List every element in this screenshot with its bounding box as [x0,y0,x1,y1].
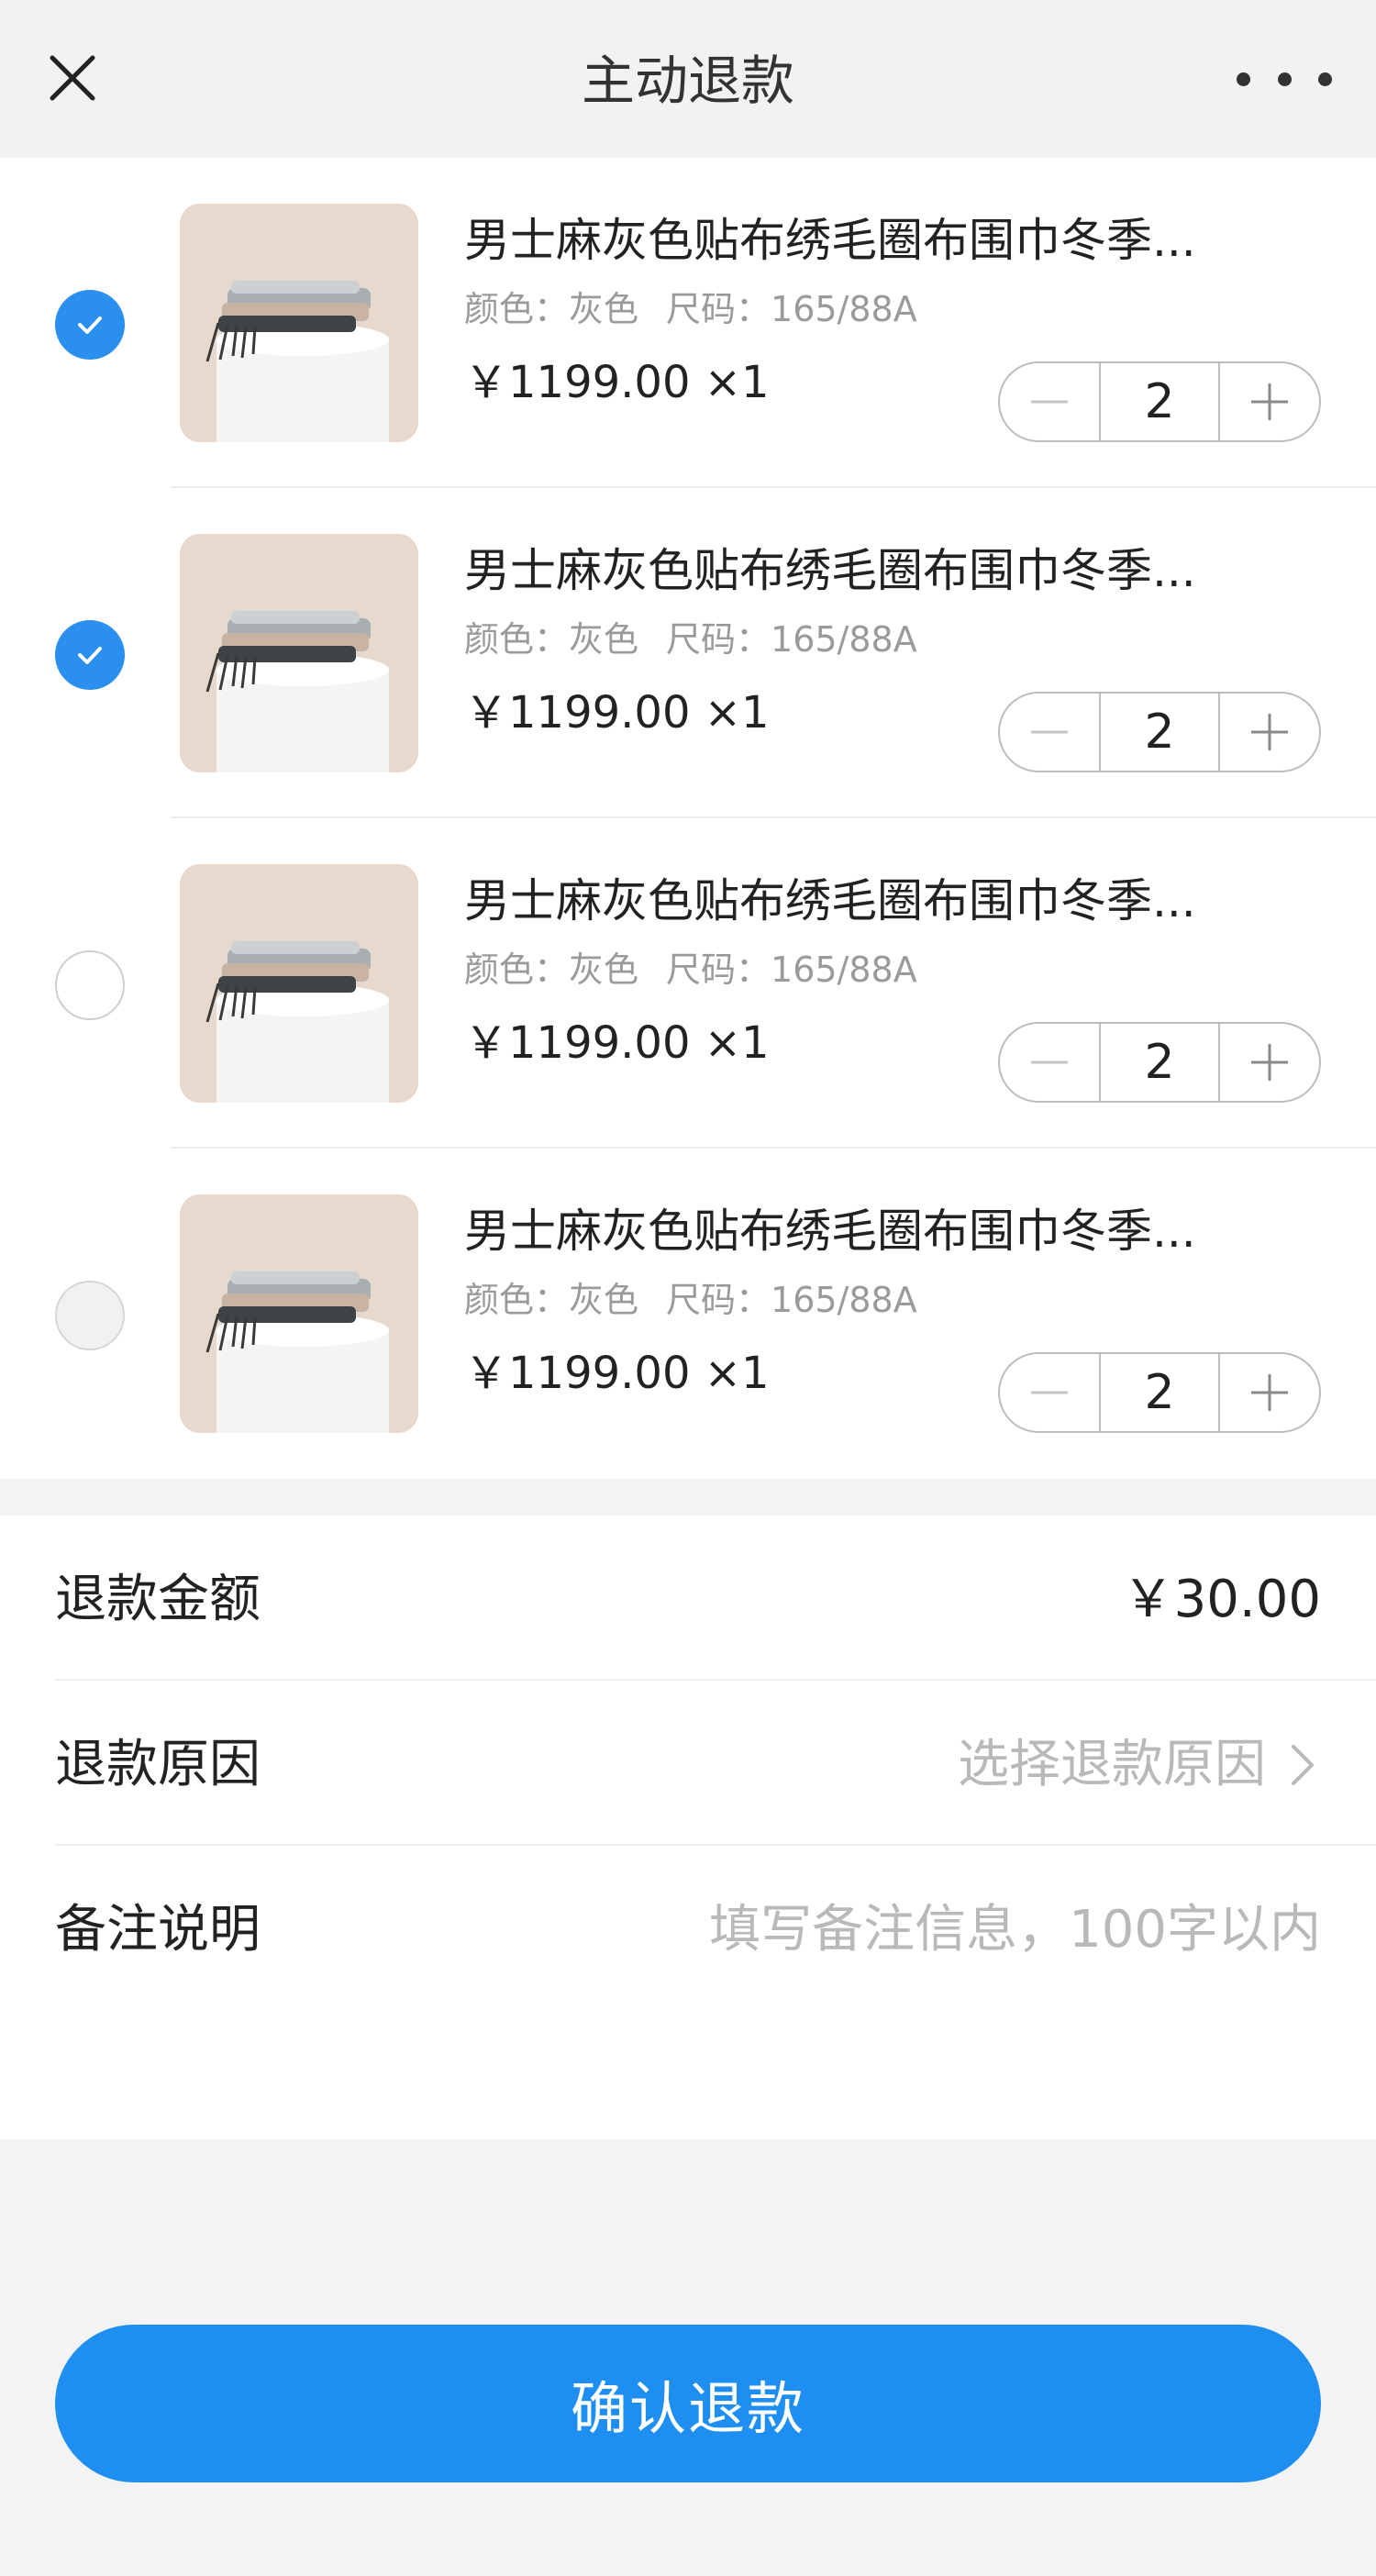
chevron-right-icon [1292,1745,1314,1785]
quantity-stepper: 2 [998,1352,1321,1433]
minus-icon [1031,400,1068,404]
plus-icon [1251,1374,1288,1411]
quantity-value[interactable]: 2 [1099,1354,1220,1431]
decrease-button[interactable] [1000,1024,1099,1101]
increase-button[interactable] [1220,1024,1319,1101]
refund-note-input[interactable]: 填写备注信息，100字以内 [709,1897,1321,1963]
refund-form: 退款金额 ￥30.00 退款原因 选择退款原因 备注说明 填写备注信息，100字… [0,1516,1376,2139]
quantity-value[interactable]: 2 [1099,694,1220,771]
minus-icon [1031,730,1068,734]
list-item: 男士麻灰色贴布绣毛圈布围巾冬季... 颜色：灰色 尺码：165/88A ￥1199… [0,158,1376,488]
product-price: ￥1199.00 ×1 [464,357,770,408]
product-name: 男士麻灰色贴布绣毛圈布围巾冬季... [464,544,1196,597]
confirm-refund-button[interactable]: 确认退款 [55,2325,1321,2482]
decrease-button[interactable] [1000,1354,1099,1431]
product-image [180,1194,418,1433]
plus-icon [1251,714,1288,750]
refund-note-label: 备注说明 [55,1900,261,1960]
product-name: 男士麻灰色贴布绣毛圈布围巾冬季... [464,214,1196,267]
product-price: ￥1199.00 ×1 [464,1017,770,1069]
select-checkbox[interactable] [55,1281,125,1350]
more-icon [1277,72,1292,86]
nav-bar: 主动退款 [0,0,1376,158]
spec-size: 尺码：165/88A [666,619,917,660]
refund-reason-select[interactable]: 选择退款原因 [958,1732,1321,1798]
refund-reason-label: 退款原因 [55,1735,261,1794]
product-image [180,864,418,1103]
more-icon [1237,72,1250,86]
quantity-stepper: 2 [998,692,1321,772]
more-button[interactable] [1229,51,1339,106]
refund-amount-value: ￥30.00 [1122,1570,1321,1629]
spec-color: 颜色：灰色 [464,289,639,329]
select-checkbox[interactable] [55,290,125,360]
product-spec: 颜色：灰色 尺码：165/88A [464,947,917,993]
refund-reason-row[interactable]: 退款原因 选择退款原因 [0,1681,1376,1846]
refund-item-list: 男士麻灰色贴布绣毛圈布围巾冬季... 颜色：灰色 尺码：165/88A ￥1199… [0,158,1376,1479]
quantity-value[interactable]: 2 [1099,363,1220,440]
spec-color: 颜色：灰色 [464,1280,639,1320]
plus-icon [1251,1044,1288,1081]
product-price: ￥1199.00 ×1 [464,687,770,738]
list-item: 男士麻灰色贴布绣毛圈布围巾冬季... 颜色：灰色 尺码：165/88A ￥1199… [0,818,1376,1149]
quantity-stepper: 2 [998,361,1321,442]
spec-size: 尺码：165/88A [666,1280,917,1320]
plus-icon [1251,383,1288,420]
minus-icon [1031,1391,1068,1394]
more-icon [1318,72,1332,86]
refund-note-row: 备注说明 填写备注信息，100字以内 [0,1846,1376,2011]
product-spec: 颜色：灰色 尺码：165/88A [464,616,917,662]
refund-reason-placeholder: 选择退款原因 [958,1735,1266,1794]
spec-color: 颜色：灰色 [464,949,639,990]
product-spec: 颜色：灰色 尺码：165/88A [464,1277,917,1323]
select-checkbox[interactable] [55,620,125,690]
increase-button[interactable] [1220,694,1319,771]
product-name: 男士麻灰色贴布绣毛圈布围巾冬季... [464,1205,1196,1258]
decrease-button[interactable] [1000,694,1099,771]
product-price: ￥1199.00 ×1 [464,1348,770,1399]
spec-size: 尺码：165/88A [666,289,917,329]
product-name: 男士麻灰色贴布绣毛圈布围巾冬季... [464,874,1196,927]
refund-amount-row: 退款金额 ￥30.00 [0,1516,1376,1681]
quantity-value[interactable]: 2 [1099,1024,1220,1101]
page-title: 主动退款 [581,50,794,112]
spec-color: 颜色：灰色 [464,619,639,660]
check-icon [78,316,102,334]
refund-amount-label: 退款金额 [55,1570,261,1629]
product-image [180,204,418,442]
increase-button[interactable] [1220,363,1319,440]
spec-size: 尺码：165/88A [666,949,917,990]
list-item: 男士麻灰色贴布绣毛圈布围巾冬季... 颜色：灰色 尺码：165/88A ￥1199… [0,488,1376,818]
quantity-stepper: 2 [998,1022,1321,1103]
decrease-button[interactable] [1000,363,1099,440]
select-checkbox[interactable] [55,950,125,1020]
check-icon [78,647,102,664]
minus-icon [1031,1060,1068,1064]
product-image [180,534,418,772]
product-spec: 颜色：灰色 尺码：165/88A [464,286,917,332]
list-item: 男士麻灰色贴布绣毛圈布围巾冬季... 颜色：灰色 尺码：165/88A ￥1199… [0,1149,1376,1479]
increase-button[interactable] [1220,1354,1319,1431]
